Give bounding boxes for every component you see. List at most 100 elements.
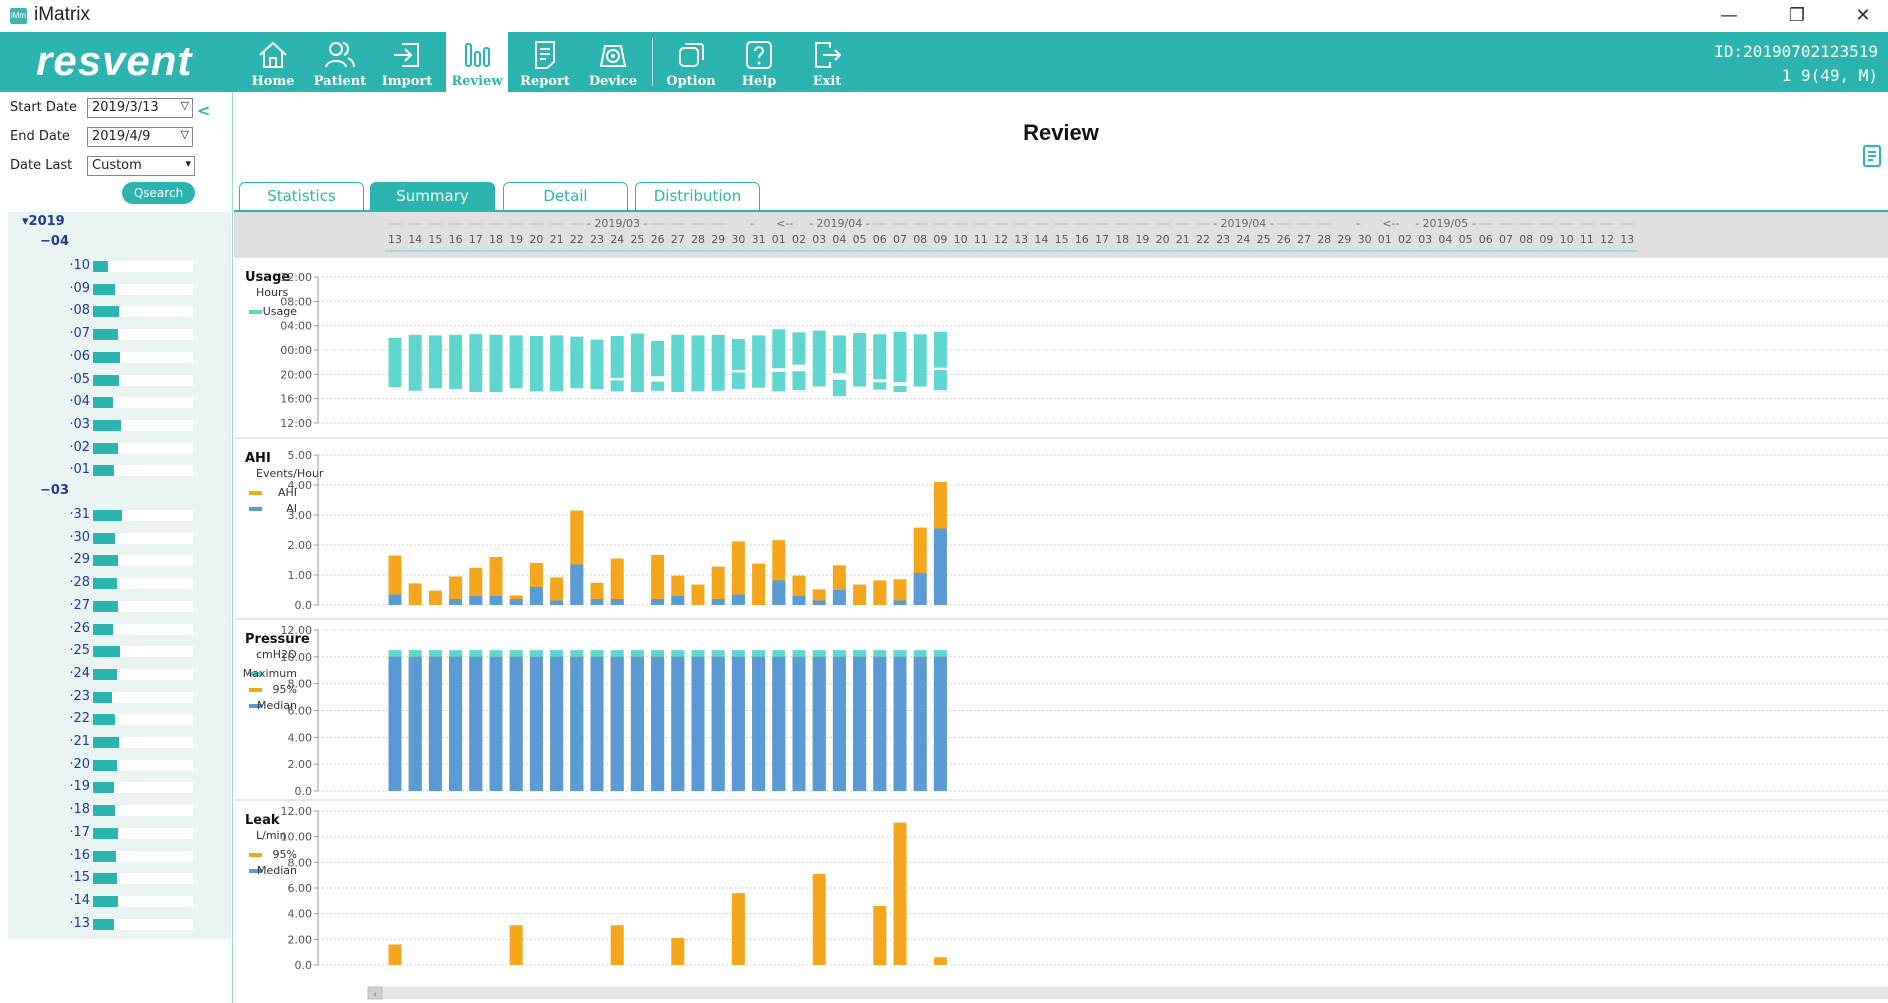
date-last-select[interactable]: Custom ▾: [87, 156, 195, 176]
leak-95-bar: [933, 957, 947, 965]
tree-day-row[interactable]: ·23: [8, 687, 231, 709]
tree-day-label: ·25: [69, 643, 90, 659]
legend-swatch: [249, 491, 262, 495]
y-tick-label: 4.00: [288, 731, 313, 744]
tab-detail[interactable]: Detail: [503, 182, 628, 210]
legend-swatch: [249, 688, 262, 692]
y-tick-label: 12:00: [280, 417, 312, 430]
tree-day-row[interactable]: ·08: [8, 301, 231, 323]
y-tick-label: 0.0: [295, 785, 313, 798]
minimize-icon[interactable]: —: [1704, 2, 1754, 30]
day-usage-bar: [93, 374, 119, 386]
tree-day-label: ·06: [69, 348, 90, 364]
tree-year-node[interactable]: ▾2019: [22, 214, 65, 229]
tab-summary[interactable]: Summary: [370, 182, 495, 210]
tree-day-row[interactable]: ·20: [8, 755, 231, 777]
tree-day-row[interactable]: ·09: [8, 279, 231, 301]
timeline-day: 27: [1297, 233, 1311, 246]
timeline-day: 05: [1459, 233, 1473, 246]
start-date-select[interactable]: 2019/3/13 ▽: [87, 98, 193, 118]
import-icon: [394, 43, 419, 67]
leak-95-bar: [731, 893, 745, 965]
pressure-median-bar: [408, 656, 422, 791]
tree-day-row[interactable]: ·13: [8, 914, 231, 936]
tab-distribution[interactable]: Distribution: [635, 182, 760, 210]
toolbar-help-button[interactable]: Help: [728, 32, 790, 92]
usage-bar: [853, 332, 867, 387]
tree-day-row[interactable]: ·16: [8, 846, 231, 868]
tree-day-row[interactable]: ·30: [8, 528, 231, 550]
toolbar-exit-button[interactable]: Exit: [796, 32, 858, 92]
pressure-median-bar: [610, 656, 624, 791]
timeline-day: 31: [752, 233, 766, 246]
restore-icon[interactable]: ❐: [1772, 2, 1822, 30]
day-usage-bar: [93, 261, 108, 272]
toolbar-home-button[interactable]: Home: [242, 32, 304, 92]
tree-day-row[interactable]: ·29: [8, 550, 231, 572]
tree-day-label: ·30: [69, 529, 90, 545]
tree-day-row[interactable]: ·18: [8, 800, 231, 822]
tree-day-row[interactable]: ·25: [8, 641, 231, 663]
timeline-day: 25: [1257, 233, 1271, 246]
pressure-median-bar: [651, 656, 665, 791]
toolbar-patient-button[interactable]: Patient: [309, 32, 371, 92]
day-usage-track: [93, 578, 193, 590]
usage-bar: [408, 334, 422, 391]
tab-statistics[interactable]: Statistics: [239, 182, 364, 210]
toolbar-report-button[interactable]: Report: [514, 32, 576, 92]
tree-day-row[interactable]: ·26: [8, 619, 231, 641]
day-usage-track: [93, 306, 193, 318]
timeline-day: 30: [1358, 233, 1372, 246]
tree-day-row[interactable]: ·31: [8, 505, 231, 527]
tree-day-row[interactable]: ·15: [8, 868, 231, 890]
timeline-day: 03: [812, 233, 826, 246]
toolbar-import-button[interactable]: Import: [376, 32, 438, 92]
tree-day-row[interactable]: ·03: [8, 415, 231, 437]
scroll-left-arrow-icon: ‹: [373, 990, 377, 1000]
y-tick-label: 2.00: [288, 758, 313, 771]
collapse-panel-icon[interactable]: <: [197, 101, 210, 120]
toolbar-home-label: Home: [251, 74, 295, 89]
tree-day-label: ·05: [69, 371, 90, 387]
pressure-median-bar: [731, 656, 745, 791]
tree-day-row[interactable]: ·07: [8, 324, 231, 346]
tree-day-row[interactable]: ·27: [8, 596, 231, 618]
tree-day-row[interactable]: ·21: [8, 732, 231, 754]
tree-day-row[interactable]: ·22: [8, 709, 231, 731]
tree-day-row[interactable]: ·10: [8, 256, 231, 278]
tree-day-row[interactable]: ·19: [8, 777, 231, 799]
tree-month-node[interactable]: −04: [40, 234, 69, 249]
tree-month-node[interactable]: −03: [40, 483, 69, 498]
usage-bar: [630, 333, 644, 392]
tree-day-row[interactable]: ·17: [8, 823, 231, 845]
tree-day-row[interactable]: ·04: [8, 392, 231, 414]
toolbar-review-button[interactable]: Review: [446, 32, 508, 92]
usage-bar: [489, 368, 503, 370]
tree-day-row[interactable]: ·01: [8, 460, 231, 482]
tree-day-row[interactable]: ·02: [8, 438, 231, 460]
tree-day-row[interactable]: ·24: [8, 664, 231, 686]
usage-bar: [509, 335, 523, 389]
toolbar-option-button[interactable]: Option: [660, 32, 722, 92]
timeline-day: 20: [529, 233, 543, 246]
tree-day-label: ·19: [69, 779, 90, 795]
usage-bar: [792, 332, 806, 365]
timeline-day: 29: [1337, 233, 1351, 246]
timeline-day: 09: [933, 233, 947, 246]
timeline-day: 08: [1519, 233, 1533, 246]
end-date-select[interactable]: 2019/4/9 ▽: [87, 127, 193, 147]
day-usage-track: [93, 600, 193, 612]
tree-day-row[interactable]: ·28: [8, 573, 231, 595]
timeline-day: 18: [1115, 233, 1129, 246]
timeline-day: 12: [1600, 233, 1614, 246]
tree-day-row[interactable]: ·06: [8, 347, 231, 369]
y-tick-label: 10.00: [281, 831, 313, 844]
day-usage-bar: [93, 600, 118, 612]
tree-day-row[interactable]: ·05: [8, 370, 231, 392]
tree-day-row[interactable]: ·14: [8, 891, 231, 913]
toolbar-device-button[interactable]: Device: [582, 32, 644, 92]
document-icon[interactable]: [1862, 144, 1882, 168]
close-icon[interactable]: ✕: [1838, 2, 1888, 30]
summary-charts: 13 14 15 16 17 18 19 20 21 22 23 24 25 26 27 28 29 30 31 01…: [234, 212, 1888, 1003]
search-button[interactable]: Qsearch: [122, 182, 195, 204]
